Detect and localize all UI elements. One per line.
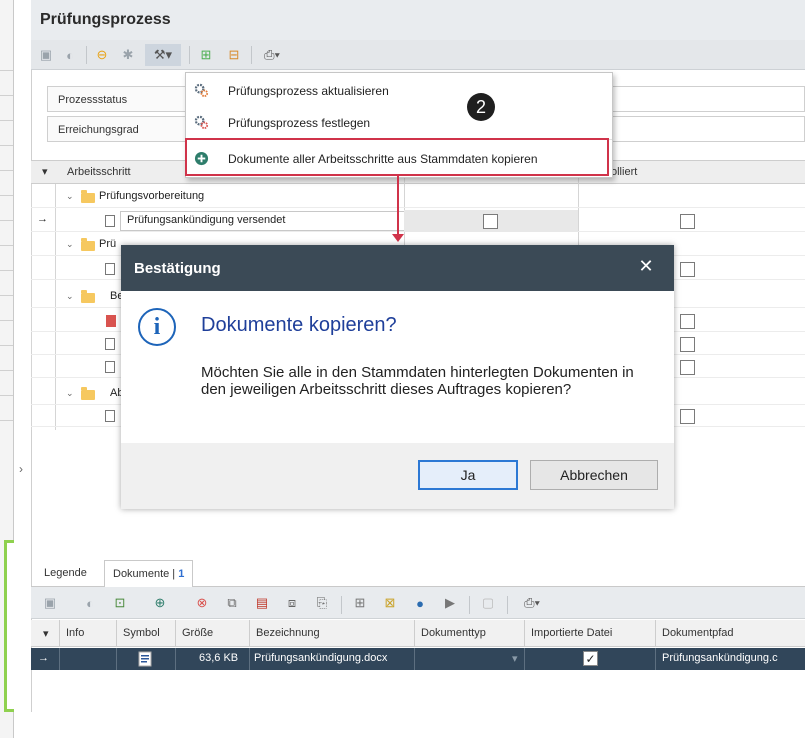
folder-icon	[81, 190, 95, 203]
documents-count-badge: 1	[178, 568, 185, 580]
dialog-message: Möchten Sie alle in den Stammdaten hinte…	[201, 364, 634, 398]
imported-checkbox[interactable]: ✓	[583, 651, 598, 666]
delete-icon[interactable]: ⊗	[193, 594, 211, 612]
checkbox[interactable]	[680, 337, 695, 352]
column-controlled[interactable]: olliert	[611, 166, 637, 178]
add-circle-icon[interactable]: ⊕	[151, 594, 169, 612]
dialog-title: Bestätigung	[134, 260, 221, 277]
main-toolbar: ▣ ◐ ⊖ ✱ ⚒▾ ⊞ ⊟ ⎙▾	[31, 40, 805, 70]
document-name: Prüfungsankündigung.docx	[254, 652, 388, 664]
annotation-arrow	[397, 176, 399, 236]
page-title: Prüfungsprozess	[40, 11, 171, 28]
warning-circle-icon[interactable]: ⊖	[91, 44, 113, 66]
gear-icon[interactable]: ✱	[117, 44, 139, 66]
tree-add-icon[interactable]: ⊞	[195, 44, 217, 66]
gears-icon	[194, 115, 209, 130]
lock-add-icon[interactable]: ⊞	[351, 594, 369, 612]
yes-button[interactable]: Ja	[418, 460, 518, 490]
tree-remove-icon[interactable]: ⊟	[223, 44, 245, 66]
dialog-heading: Dokumente kopieren?	[201, 314, 397, 336]
attach-icon[interactable]: ⎘	[313, 594, 331, 612]
export-icon[interactable]: ▶	[441, 594, 459, 612]
document-icon	[105, 338, 115, 350]
gears-icon	[194, 83, 209, 98]
column-size[interactable]: Größe	[182, 627, 213, 639]
menu-item-refresh-process[interactable]: Prüfungsprozess aktualisieren	[186, 77, 612, 105]
menu-item-highlight-frame	[185, 138, 609, 176]
column-document-type[interactable]: Dokumenttyp	[421, 627, 486, 639]
cancel-button[interactable]: Abbrechen	[530, 460, 658, 490]
document-path: Prüfungsankündigung.c	[662, 652, 778, 664]
column-menu-icon[interactable]: ▾	[42, 165, 48, 178]
checkbox[interactable]	[680, 360, 695, 375]
achievement-label: Erreichungsgrad	[47, 116, 187, 142]
column-symbol[interactable]: Symbol	[123, 627, 160, 639]
save-icon[interactable]: ▣	[41, 594, 59, 612]
pdf-icon[interactable]: ▤	[253, 594, 271, 612]
lock-icon[interactable]: ⊠	[381, 594, 399, 612]
print-dropdown-icon[interactable]: ⎙▾	[517, 594, 547, 612]
checkbox[interactable]	[680, 214, 695, 229]
undo-icon[interactable]: ◐	[81, 594, 99, 612]
document-type-dropdown-icon[interactable]: ▾	[512, 652, 518, 665]
document-size: 63,6 KB	[199, 652, 239, 664]
process-status-label: Prozessstatus	[47, 86, 187, 112]
step-number-badge: 2	[467, 93, 495, 121]
column-info[interactable]: Info	[66, 627, 84, 639]
archive-icon[interactable]: ▢	[479, 594, 497, 612]
menu-item-define-process[interactable]: Prüfungsprozess festlegen	[186, 109, 612, 137]
undo-icon[interactable]: ◐	[59, 44, 81, 66]
print-dropdown-icon[interactable]: ⎙▾	[257, 44, 287, 66]
copy-icon[interactable]: ⧉	[223, 594, 241, 612]
word-document-icon	[138, 651, 152, 667]
current-row-marker: →	[37, 213, 48, 225]
checkbox[interactable]	[680, 314, 695, 329]
close-icon[interactable]: ✕	[636, 256, 656, 277]
expand-panel-icon[interactable]: ›	[19, 462, 23, 476]
folder-icon	[81, 290, 95, 303]
checkbox[interactable]	[680, 262, 695, 277]
document-icon	[105, 410, 115, 422]
tab-legend[interactable]: Legende	[36, 560, 95, 587]
save-icon[interactable]: ▣	[35, 44, 57, 66]
tree-row[interactable]: ⌄ Prüfungsvorbereitung	[31, 186, 805, 208]
document-red-icon	[106, 315, 116, 327]
tree-row-label: Prüfungsvorbereitung	[99, 190, 205, 202]
new-document-icon[interactable]: ⊡	[111, 594, 129, 612]
document-icon	[105, 263, 115, 275]
info-icon: i	[138, 308, 176, 346]
folder-icon	[81, 387, 95, 400]
annotation-arrow-head	[392, 234, 404, 242]
checkbox[interactable]	[680, 409, 695, 424]
highlight-bracket	[4, 540, 14, 712]
column-arbeitsschritt[interactable]: Arbeitsschritt	[67, 166, 131, 178]
row-marker: →	[38, 652, 49, 664]
column-menu-icon[interactable]: ▾	[43, 627, 49, 640]
tree-row-label: Prü	[99, 238, 117, 250]
document-icon	[105, 215, 115, 227]
tools-dropdown-button[interactable]: ⚒▾	[145, 44, 181, 66]
checkbox[interactable]	[483, 214, 498, 229]
scan-icon[interactable]: ⧈	[283, 594, 301, 612]
tab-documents[interactable]: Dokumente | 1	[104, 560, 194, 587]
globe-icon[interactable]: ●	[411, 594, 429, 612]
document-icon	[105, 361, 115, 373]
column-document-path[interactable]: Dokumentpfad	[662, 627, 734, 639]
tree-row-label: Prüfungsankündigung versendet	[127, 214, 286, 226]
tree-row-current[interactable]: → Prüfungsankündigung versendet	[31, 210, 805, 232]
column-imported-file[interactable]: Importierte Datei	[531, 627, 612, 639]
column-name[interactable]: Bezeichnung	[256, 627, 320, 639]
folder-icon	[81, 238, 95, 251]
